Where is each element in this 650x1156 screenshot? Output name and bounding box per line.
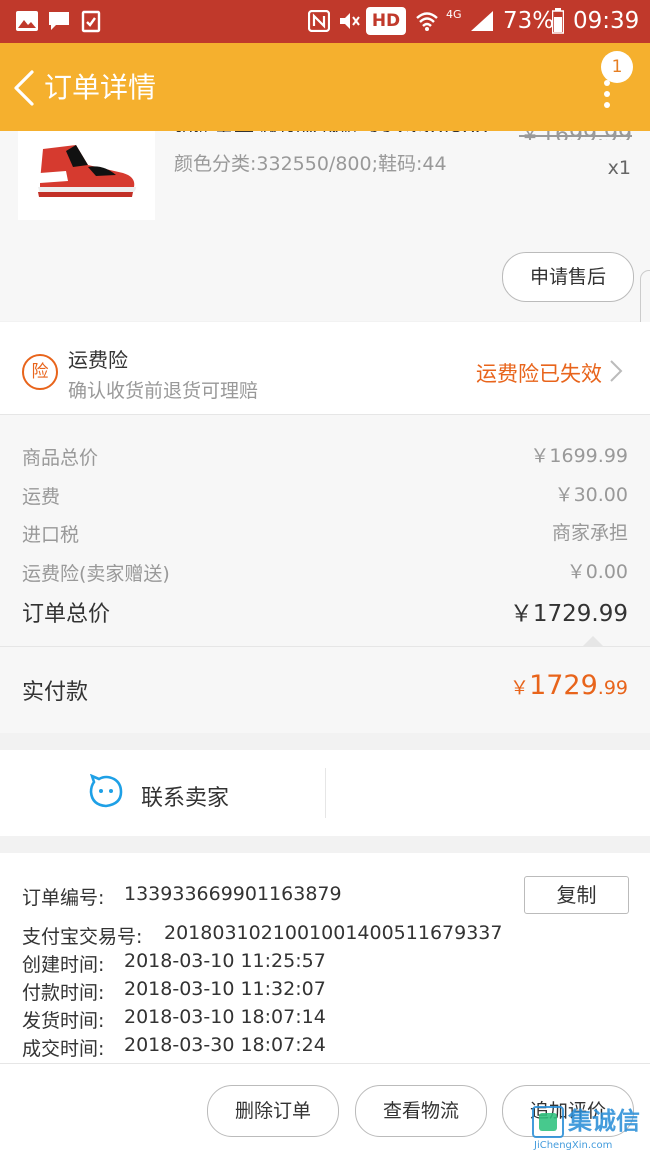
price-row-label: 商品总价 <box>22 447 99 469</box>
completed-time-value: 2018-03-30 18:07:24 <box>124 1034 326 1056</box>
price-row-label: 进口税 <box>22 524 80 546</box>
chevron-right-icon <box>606 358 626 384</box>
notification-badge: 1 <box>601 51 633 83</box>
view-logistics-button[interactable]: 查看物流 <box>355 1085 487 1137</box>
created-time-label: 创建时间: <box>22 954 105 976</box>
product-quantity: x1 <box>607 157 631 179</box>
back-arrow-icon[interactable] <box>10 68 36 108</box>
watermark-logo <box>532 1106 564 1138</box>
created-time-value: 2018-03-10 11:25:57 <box>124 950 326 972</box>
product-thumbnail[interactable] <box>18 131 155 220</box>
wifi-icon <box>414 8 440 34</box>
price-row-value: ￥1699.99 <box>530 445 628 467</box>
watermark: 集诚信 JiChengXin.com <box>532 1106 648 1152</box>
insurance-subtitle: 确认收货前退货可理赔 <box>68 380 259 402</box>
battery-percent: 73% <box>503 8 555 34</box>
sneaker-image <box>38 145 136 197</box>
chat-bubble-icon[interactable] <box>88 773 124 810</box>
contact-seller-button[interactable]: 联系卖家 <box>141 780 229 812</box>
price-row-value: ￥30.00 <box>554 484 628 506</box>
mute-icon <box>336 8 362 34</box>
signal-icon <box>468 8 496 34</box>
clipboard-check-icon <box>80 8 102 34</box>
pointer-caret <box>582 636 604 647</box>
insurance-status: 运费险已失效 <box>476 362 602 386</box>
paid-amount: ￥1729.99 <box>440 670 628 701</box>
paid-time-value: 2018-03-10 11:32:07 <box>124 978 326 1000</box>
product-specs: 颜色分类:332550/800;鞋码:44 <box>174 153 447 175</box>
price-row-label: 运费 <box>22 486 61 508</box>
alipay-trade-value: 2018031021001001400511679337 <box>164 922 503 944</box>
gallery-icon <box>14 8 40 34</box>
watermark-site: JiChengXin.com <box>534 1140 613 1151</box>
order-number-value: 133933669901163879 <box>124 883 342 905</box>
watermark-brand: 集诚信 <box>568 1107 640 1135</box>
message-icon <box>46 8 72 34</box>
insurance-icon: 险 <box>22 354 58 390</box>
alipay-trade-label: 支付宝交易号: <box>22 926 143 948</box>
divider <box>325 768 326 818</box>
delete-order-button[interactable]: 删除订单 <box>207 1085 339 1137</box>
order-total-label: 订单总价 <box>22 602 111 627</box>
paid-currency: ￥ <box>510 677 530 699</box>
paid-integer: 1729 <box>529 670 598 701</box>
price-row-value: ￥0.00 <box>566 561 628 583</box>
more-menu-icon[interactable] <box>604 80 610 108</box>
nfc-icon <box>306 8 332 34</box>
insurance-title: 运费险 <box>68 348 128 372</box>
clock: 09:39 <box>573 8 640 34</box>
order-number-label: 订单编号: <box>22 887 105 909</box>
copy-button[interactable]: 复制 <box>524 876 629 914</box>
paid-label: 实付款 <box>22 680 89 705</box>
after-sales-button[interactable]: 申请售后 <box>502 252 634 302</box>
battery-icon <box>551 8 565 34</box>
hd-badge: HD <box>366 7 406 35</box>
price-row-value: 商家承担 <box>551 522 628 544</box>
order-total-value: ￥1729.99 <box>509 601 628 627</box>
paid-time-label: 付款时间: <box>22 982 105 1004</box>
completed-time-label: 成交时间: <box>22 1038 105 1060</box>
network-type: 4G <box>446 8 462 21</box>
price-row-label: 运费险(卖家赠送) <box>22 563 170 585</box>
shipped-time-value: 2018-03-10 18:07:14 <box>124 1006 326 1028</box>
paid-decimal: .99 <box>597 677 628 699</box>
page-title: 订单详情 <box>44 71 157 104</box>
shipped-time-label: 发货时间: <box>22 1010 105 1032</box>
